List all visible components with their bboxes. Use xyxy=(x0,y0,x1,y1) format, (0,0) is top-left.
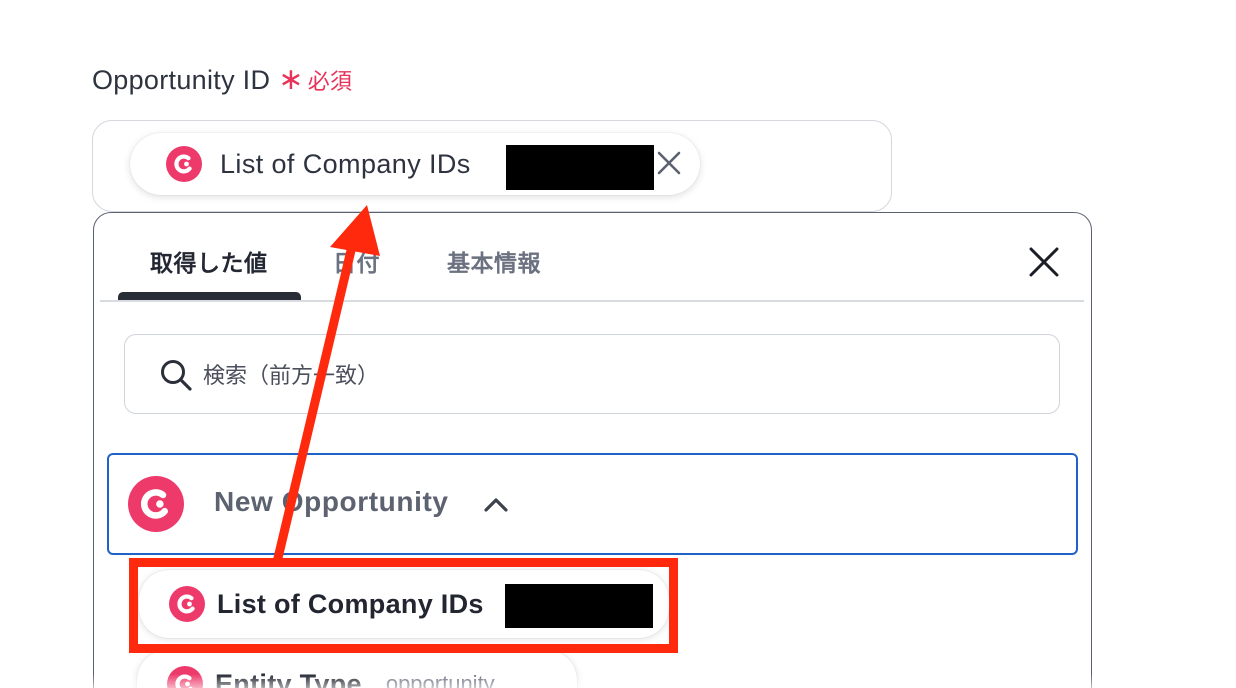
list-item[interactable]: Entity Type opportunity xyxy=(137,650,577,688)
section-title: New Opportunity xyxy=(214,486,449,517)
tab-date[interactable]: 日付 xyxy=(333,244,380,278)
tab-divider xyxy=(100,300,1084,302)
item-label: Entity Type xyxy=(215,668,362,688)
redacted-block xyxy=(505,584,653,628)
item-label: List of Company IDs xyxy=(217,588,484,619)
field-label-row: Opportunity ID ∗ 必須 xyxy=(92,64,352,96)
required-text: 必須 xyxy=(307,69,353,94)
chip-label: List of Company IDs xyxy=(220,148,471,179)
brand-logo-icon xyxy=(169,586,205,622)
brand-logo-icon xyxy=(128,476,184,532)
required-asterisk: ∗ xyxy=(278,63,304,96)
item-value: opportunity xyxy=(385,671,495,688)
chevron-up-icon[interactable] xyxy=(482,493,510,515)
redacted-block xyxy=(506,145,654,190)
close-icon[interactable] xyxy=(1027,245,1061,279)
brand-logo-icon xyxy=(167,666,203,688)
search-input[interactable] xyxy=(203,358,1023,394)
search-icon xyxy=(161,360,192,391)
close-icon[interactable] xyxy=(654,148,684,178)
tab-retrieved-values[interactable]: 取得した値 xyxy=(150,244,268,278)
brand-logo-icon xyxy=(166,146,202,182)
field-label: Opportunity ID xyxy=(92,64,271,95)
tab-basic-info[interactable]: 基本情報 xyxy=(447,244,541,278)
